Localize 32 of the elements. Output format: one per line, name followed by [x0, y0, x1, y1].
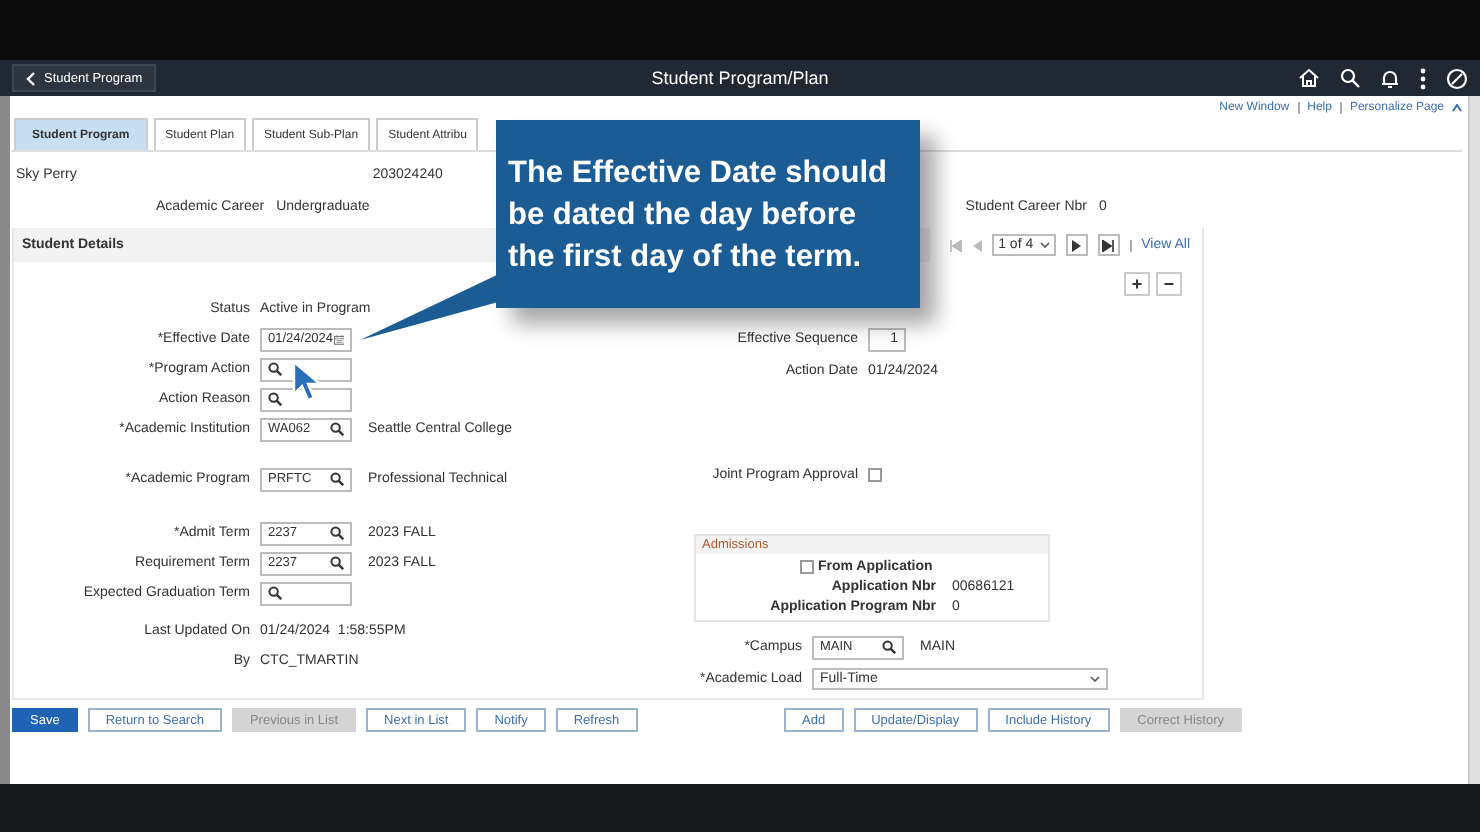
checkbox[interactable] [800, 560, 814, 574]
more-icon[interactable] [1420, 67, 1426, 89]
next-page-icon [1071, 239, 1082, 251]
search-icon[interactable] [330, 556, 344, 570]
lookup-field[interactable] [260, 387, 352, 411]
search-icon[interactable] [330, 526, 344, 540]
cursor-icon [292, 360, 324, 404]
next-page-button[interactable] [1065, 234, 1088, 256]
search-icon[interactable] [268, 392, 282, 406]
callout-text: The Effective Date should be dated the day before the first day of the term. [508, 153, 889, 277]
calendar-icon[interactable] [333, 331, 344, 347]
home-icon[interactable] [1298, 68, 1320, 88]
last-page-button[interactable] [1097, 234, 1120, 256]
search-icon[interactable] [882, 640, 896, 654]
page-title: Student Program/Plan [651, 68, 829, 88]
add-row-button[interactable]: + [1124, 272, 1150, 296]
chevron-down-icon [1039, 242, 1050, 248]
search-icon[interactable] [330, 422, 344, 436]
delete-row-button[interactable]: − [1156, 272, 1182, 296]
checkbox[interactable] [868, 468, 882, 482]
search-icon[interactable] [1340, 68, 1360, 88]
lookup-field[interactable] [260, 581, 352, 605]
chevron-down-icon [1090, 676, 1100, 682]
last-page-icon [1102, 239, 1115, 251]
chevron-left-icon [26, 71, 36, 85]
bell-icon[interactable] [1380, 67, 1400, 89]
circle-slash-icon[interactable] [1446, 67, 1468, 89]
scrollbar[interactable] [1468, 96, 1480, 784]
caret-up-icon [1452, 103, 1462, 111]
search-icon[interactable] [268, 586, 282, 600]
search-icon[interactable] [330, 472, 344, 486]
search-icon[interactable] [268, 362, 282, 376]
